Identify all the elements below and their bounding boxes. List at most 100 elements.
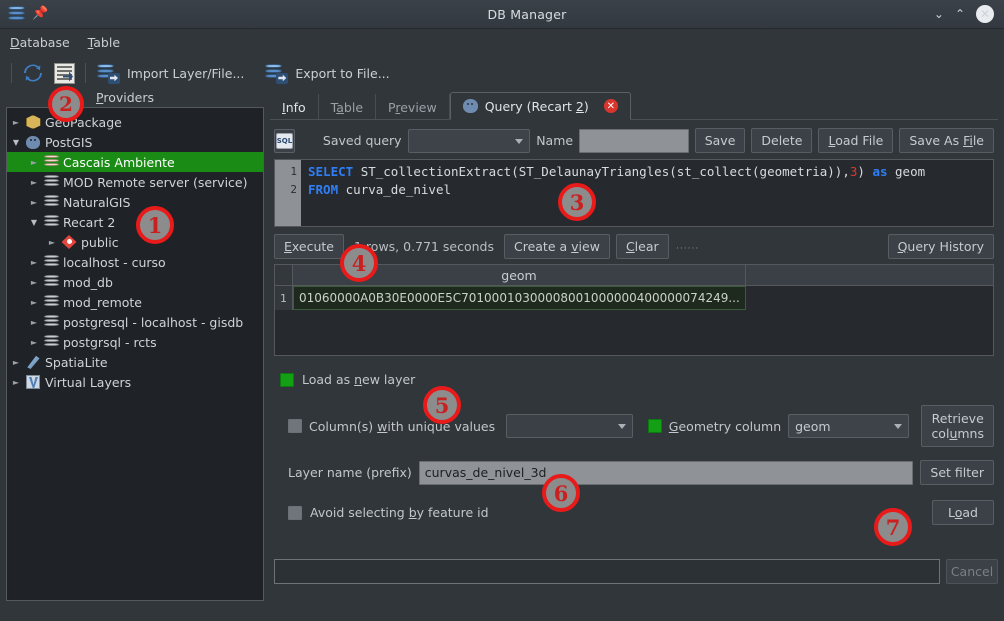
- avoid-feature-id-checkbox[interactable]: [288, 505, 302, 520]
- menu-table[interactable]: Table: [88, 35, 120, 50]
- tree-item-recart-2[interactable]: ▼ Recart 2: [7, 212, 263, 232]
- geopackage-icon: [23, 115, 43, 129]
- chevron-right-icon[interactable]: ►: [27, 158, 41, 167]
- chevron-right-icon[interactable]: ►: [27, 338, 41, 347]
- export-to-file-button[interactable]: Export to File...: [259, 61, 394, 86]
- annotation-marker-2: 2: [48, 86, 84, 122]
- sql-token: curva_de_nivel: [345, 182, 451, 197]
- chevron-down-icon[interactable]: ▼: [27, 218, 41, 227]
- query-toolbar: SQL Saved query Name Save Delete Load Fi…: [274, 126, 994, 159]
- sql-icon[interactable]: SQL: [274, 128, 295, 153]
- geometry-column-checkbox[interactable]: [647, 419, 662, 433]
- cancel-button[interactable]: Cancel: [946, 558, 998, 584]
- load-button[interactable]: Load: [932, 500, 994, 525]
- tree-item-mod-remote-server-service[interactable]: ► MOD Remote server (service): [7, 172, 263, 192]
- results-cell-geom[interactable]: 01060000A0B30E0000E5C7010001030000800100…: [293, 286, 746, 310]
- tree-item-geopackage[interactable]: ► GeoPackage: [7, 112, 263, 132]
- execute-button[interactable]: Execute: [274, 234, 344, 259]
- tab-table[interactable]: Table: [319, 94, 377, 120]
- maximize-button[interactable]: ⌃: [955, 7, 965, 21]
- import-layer-button[interactable]: Import Layer/File...: [91, 61, 249, 86]
- providers-label-rest: roviders: [103, 90, 154, 105]
- table-row[interactable]: 1 01060000A0B30E0000E5C70100010300008001…: [275, 286, 993, 310]
- chevron-right-icon[interactable]: ►: [27, 278, 41, 287]
- sql-window-button[interactable]: [49, 61, 80, 86]
- tree-item-cascais-ambiente[interactable]: ► Cascais Ambiente: [7, 152, 263, 172]
- chevron-down-icon: [515, 138, 524, 144]
- tree-item-mod-remote[interactable]: ► mod_remote: [7, 292, 263, 312]
- tree-item-mod-db[interactable]: ► mod_db: [7, 272, 263, 292]
- sql-editor[interactable]: 1 2 SELECT ST_collectionExtract(ST_Delau…: [274, 159, 994, 227]
- minimize-button[interactable]: ⌄: [934, 7, 944, 21]
- main-toolbar: Import Layer/File... Export to File...: [0, 55, 1004, 91]
- save-button[interactable]: Save: [694, 128, 746, 153]
- refresh-button[interactable]: [17, 60, 49, 86]
- results-table[interactable]: geom 1 01060000A0B30E0000E5C701000103000…: [274, 264, 994, 356]
- chevron-down-icon: [894, 424, 903, 429]
- line-number: 1: [290, 165, 297, 178]
- chevron-right-icon[interactable]: ►: [27, 258, 41, 267]
- annotation-marker-4: 4: [340, 244, 378, 282]
- sql-window-icon: [54, 62, 75, 84]
- db-manager-window: 📌 DB Manager ⌄ ⌃ ✕ Database Table Import…: [0, 0, 1004, 621]
- tree-item-naturalgis[interactable]: ► NaturalGIS: [7, 192, 263, 212]
- layer-name-input[interactable]: curvas_de_nivel_3d: [418, 460, 914, 485]
- chevron-right-icon[interactable]: ►: [27, 198, 41, 207]
- layer-name-value: curvas_de_nivel_3d: [424, 465, 547, 480]
- chevron-right-icon[interactable]: ►: [27, 178, 41, 187]
- providers-tree: ► GeoPackage ▼ PostGIS ► Cascais Ambiente ► MOD…: [7, 108, 263, 392]
- tree-item-postgresql-localhost-gisdb[interactable]: ► postgresql - localhost - gisdb: [7, 312, 263, 332]
- tab-info[interactable]: Info: [270, 94, 319, 120]
- name-input[interactable]: [579, 128, 689, 153]
- providers-tree-panel[interactable]: ► GeoPackage ▼ PostGIS ► Cascais Ambiente ► MOD…: [6, 107, 264, 601]
- unique-values-combo[interactable]: [506, 414, 633, 438]
- tree-item-label: public: [81, 234, 119, 250]
- close-icon[interactable]: ✕: [603, 99, 618, 113]
- retrieve-columns-button[interactable]: Retrieve columns: [921, 405, 994, 447]
- chevron-right-icon[interactable]: ►: [9, 358, 23, 367]
- annotation-marker-7: 7: [874, 508, 912, 546]
- tree-item-public[interactable]: ► public: [7, 232, 263, 252]
- name-label: Name: [536, 133, 574, 148]
- menu-database[interactable]: Database: [10, 35, 70, 50]
- cancel-label: Cancel: [950, 563, 994, 579]
- tree-item-spatialite[interactable]: ► SpatiaLite: [7, 352, 263, 372]
- set-filter-button[interactable]: Set filter: [920, 460, 994, 485]
- postgis-icon: [23, 135, 43, 150]
- chevron-right-icon[interactable]: ►: [9, 118, 23, 127]
- menu-bar: Database Table: [0, 29, 1004, 55]
- sql-code[interactable]: SELECT ST_collectionExtract(ST_DelaunayT…: [301, 160, 993, 226]
- tab-query[interactable]: Query (Recart 2) ✕: [449, 92, 631, 120]
- geometry-column-combo[interactable]: geom: [788, 414, 910, 438]
- annotation-marker-1: 1: [136, 206, 174, 244]
- title-bar: 📌 DB Manager ⌄ ⌃ ✕: [0, 0, 1004, 29]
- chevron-down-icon[interactable]: ▼: [9, 138, 23, 147]
- tree-item-localhost-curso[interactable]: ► localhost - curso: [7, 252, 263, 272]
- chevron-right-icon[interactable]: ►: [27, 318, 41, 327]
- database-icon: [41, 315, 61, 329]
- pin-icon[interactable]: 📌: [32, 7, 48, 21]
- save-as-file-button[interactable]: Save As File: [899, 128, 994, 153]
- delete-button[interactable]: Delete: [751, 128, 813, 153]
- query-history-button[interactable]: Query History: [887, 234, 994, 259]
- resize-grip[interactable]: ······: [675, 244, 701, 254]
- chevron-right-icon[interactable]: ►: [27, 298, 41, 307]
- avoid-feature-id-label: Avoid selecting by feature id: [310, 505, 489, 520]
- chevron-right-icon[interactable]: ►: [9, 378, 23, 387]
- tree-item-label: Virtual Layers: [45, 374, 132, 390]
- load-as-new-layer-checkbox[interactable]: [280, 372, 294, 387]
- tab-preview[interactable]: Preview: [376, 94, 450, 120]
- clear-button[interactable]: Clear: [615, 234, 669, 259]
- tree-item-virtual-layers[interactable]: ► Virtual Layers: [7, 372, 263, 392]
- chevron-right-icon[interactable]: ►: [45, 238, 59, 247]
- database-icon: [41, 195, 61, 209]
- tree-item-postgrsql-rcts[interactable]: ► postgrsql - rcts: [7, 332, 263, 352]
- tree-item-postgis[interactable]: ▼ PostGIS: [7, 132, 263, 152]
- close-button[interactable]: ✕: [976, 5, 994, 23]
- saved-query-combo[interactable]: [407, 128, 531, 153]
- tree-item-label: localhost - curso: [63, 254, 166, 270]
- load-file-button[interactable]: Load File: [818, 128, 894, 153]
- create-view-button[interactable]: Create a view: [503, 234, 610, 259]
- virtual-layers-icon: [23, 375, 43, 389]
- unique-values-checkbox[interactable]: [288, 419, 302, 433]
